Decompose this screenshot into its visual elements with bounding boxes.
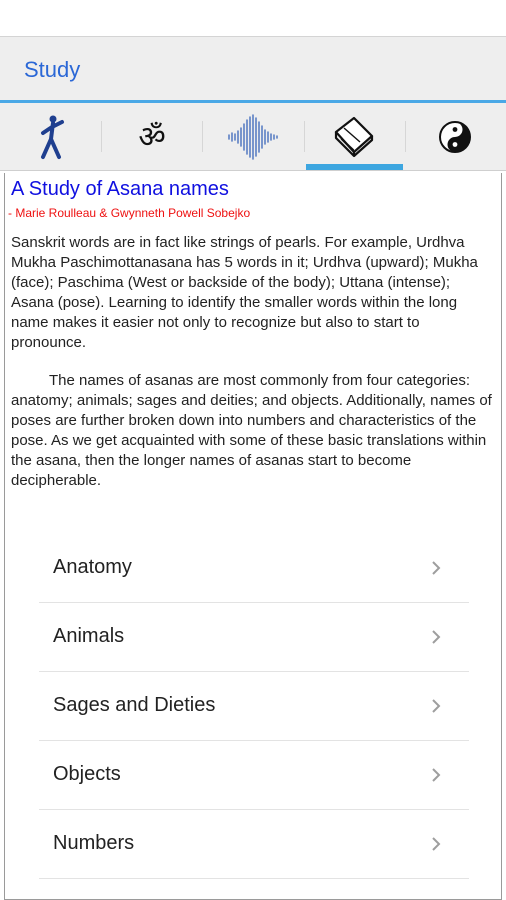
status-bar bbox=[0, 0, 506, 36]
chevron-right-icon bbox=[432, 837, 441, 851]
tab-philosophy[interactable] bbox=[404, 103, 506, 170]
tab-bar: ॐ bbox=[0, 103, 506, 170]
yoga-pose-icon bbox=[40, 115, 64, 159]
category-label: Objects bbox=[53, 763, 121, 785]
chevron-right-icon bbox=[432, 561, 441, 575]
category-item-sages[interactable]: Sages and Dieties bbox=[39, 672, 469, 741]
app-bar: Study bbox=[0, 36, 506, 100]
category-item-objects[interactable]: Objects bbox=[39, 741, 469, 810]
category-label: Numbers bbox=[53, 832, 135, 854]
svg-text:ॐ: ॐ bbox=[138, 120, 165, 155]
om-icon: ॐ bbox=[138, 120, 165, 155]
tab-mantra[interactable]: ॐ bbox=[101, 103, 202, 170]
article-author: - Marie Roulleau & Gwynneth Powell Sobej… bbox=[8, 206, 251, 220]
sound-wave-icon bbox=[228, 113, 278, 160]
category-label: Anatomy bbox=[53, 556, 132, 578]
chevron-right-icon bbox=[432, 630, 441, 644]
tab-study[interactable] bbox=[303, 103, 405, 170]
category-label: Sages and Dieties bbox=[53, 694, 216, 716]
tab-poses[interactable] bbox=[0, 103, 101, 170]
category-list: Anatomy Animals Sages and Dieties Object… bbox=[39, 534, 469, 879]
category-item-numbers[interactable]: Numbers bbox=[39, 810, 469, 879]
category-label: Animals bbox=[53, 625, 125, 647]
book-icon bbox=[335, 116, 374, 157]
article-paragraph: Sanskrit words are in fact like strings … bbox=[11, 234, 478, 351]
yin-yang-icon bbox=[439, 120, 472, 153]
category-item-animals[interactable]: Animals bbox=[39, 603, 469, 672]
chevron-right-icon bbox=[432, 699, 441, 713]
page-title: Study bbox=[24, 57, 81, 82]
tab-audio[interactable] bbox=[202, 103, 303, 170]
study-content[interactable]: A Study of Asana names - Marie Roulleau … bbox=[4, 173, 502, 900]
category-item-anatomy[interactable]: Anatomy bbox=[39, 534, 469, 603]
chevron-right-icon bbox=[432, 768, 441, 782]
article-title: A Study of Asana names bbox=[11, 178, 229, 200]
tab-bar-divider bbox=[0, 170, 506, 171]
article-paragraph: The names of asanas are most commonly fr… bbox=[11, 372, 492, 489]
